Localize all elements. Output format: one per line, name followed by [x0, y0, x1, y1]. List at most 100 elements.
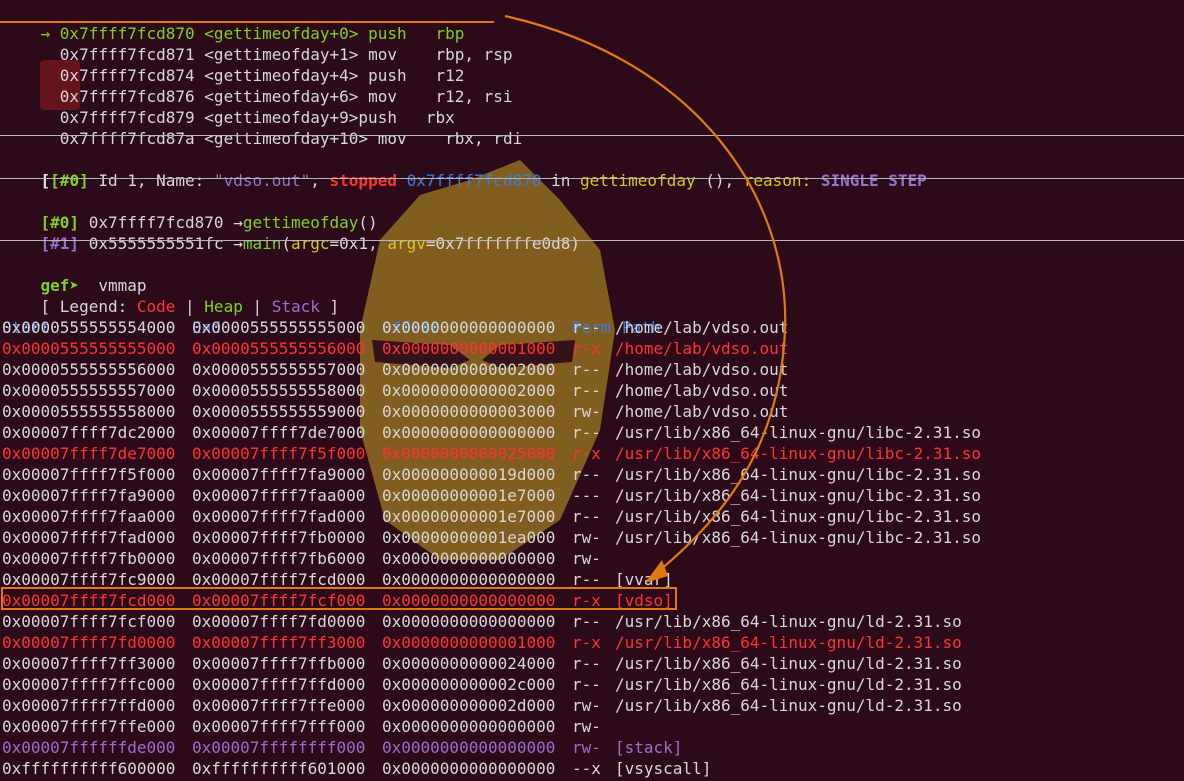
section-divider [0, 135, 1184, 136]
vmmap-end: 0x00007ffff7ffe000 [192, 696, 366, 715]
vmmap-offset: 0x0000000000024000 [382, 654, 556, 673]
vmmap-path: /usr/lib/x86_64-linux-gnu/libc-2.31.so [615, 507, 982, 526]
vmmap-end: 0x0000555555557000 [192, 360, 366, 379]
vmmap-perm: r-x [572, 444, 601, 463]
vmmap-end: 0x00007ffff7fad000 [192, 507, 366, 526]
thread-stop-address: 0x7ffff7fcd870 [406, 171, 542, 190]
vmmap-offset: 0x0000000000025000 [382, 444, 556, 463]
vmmap-offset: 0x0000000000001000 [382, 339, 556, 358]
vmmap-offset: 0x000000000019d000 [382, 465, 556, 484]
vmmap-start: 0x00007ffff7dc2000 [2, 423, 176, 442]
thread-name: "vdso.out" [213, 171, 311, 190]
vmmap-perm: rw- [572, 549, 601, 568]
vmmap-offset: 0x0000000000000000 [382, 759, 556, 778]
arg-name: argc [291, 234, 330, 253]
vmmap-offset: 0x0000000000000000 [382, 549, 556, 568]
command-line[interactable]: gef➤ vmmap [2, 254, 147, 295]
vmmap-offset: 0x0000000000000000 [382, 612, 556, 631]
vmmap-path: /usr/lib/x86_64-linux-gnu/ld-2.31.so [615, 633, 962, 652]
vmmap-end: 0x0000555555555000 [192, 318, 366, 337]
vmmap-perm: rw- [572, 528, 601, 547]
stop-reason: SINGLE STEP [820, 171, 927, 190]
vmmap-path: /home/lab/vdso.out [615, 318, 789, 337]
vmmap-path: /home/lab/vdso.out [615, 402, 789, 421]
vmmap-start: 0x00007ffff7f5f000 [2, 465, 176, 484]
vmmap-end: 0x00007ffff7de7000 [192, 423, 366, 442]
vmmap-path: /usr/lib/x86_64-linux-gnu/libc-2.31.so [615, 423, 982, 442]
vmmap-offset: 0x0000000000002000 [382, 381, 556, 400]
vmmap-path: /usr/lib/x86_64-linux-gnu/ld-2.31.so [615, 675, 962, 694]
vmmap-start: 0x0000555555554000 [2, 318, 176, 337]
vmmap-perm: r-- [572, 381, 601, 400]
vmmap-start: 0xffffffffff600000 [2, 759, 176, 778]
vmmap-start: 0x0000555555555000 [2, 339, 176, 358]
vmmap-start: 0x00007ffff7fcf000 [2, 612, 176, 631]
vmmap-end: 0x0000555555558000 [192, 381, 366, 400]
vmmap-offset: 0x000000000002c000 [382, 675, 556, 694]
vmmap-path: /usr/lib/x86_64-linux-gnu/libc-2.31.so [615, 486, 982, 505]
vmmap-offset: 0x0000000000001000 [382, 633, 556, 652]
vmmap-end: 0x00007ffff7ffd000 [192, 675, 366, 694]
vmmap-path: [vsyscall] [615, 759, 712, 778]
vmmap-start: 0x0000555555556000 [2, 360, 176, 379]
vmmap-end: 0xffffffffff601000 [192, 759, 366, 778]
vmmap-perm: r-x [572, 339, 601, 358]
vmmap-perm: rw- [572, 738, 601, 757]
vmmap-end: 0x0000555555556000 [192, 339, 366, 358]
vmmap-offset: 0x0000000000000000 [382, 423, 556, 442]
section-divider [0, 240, 1184, 241]
vmmap-start: 0x00007ffff7fd0000 [2, 633, 176, 652]
thread-index: [[#0] [40, 171, 89, 190]
vmmap-start: 0x00007ffff7ffe000 [2, 717, 176, 736]
vmmap-offset: 0x0000000000000000 [382, 318, 556, 337]
vmmap-perm: r-- [572, 318, 601, 337]
vmmap-end: 0x0000555555559000 [192, 402, 366, 421]
vmmap-path: /usr/lib/x86_64-linux-gnu/ld-2.31.so [615, 612, 962, 631]
vmmap-end: 0x00007ffffffff000 [192, 738, 366, 757]
vmmap-end: 0x00007ffff7fb6000 [192, 549, 366, 568]
legend-stack: Stack [271, 297, 320, 316]
backtrace-frame-0: [#0] 0x7ffff7fcd870 →gettimeofday() [40, 213, 378, 232]
vmmap-perm: --- [572, 486, 601, 505]
vmmap-start: 0x00007ffff7faa000 [2, 507, 176, 526]
vmmap-legend: [ Legend: Code | Heap | Stack ] [40, 297, 340, 316]
vmmap-start: 0x00007ffffffde000 [2, 738, 176, 757]
vmmap-path: [stack] [615, 738, 683, 757]
legend-heap: Heap [204, 297, 243, 316]
vmmap-perm: r-- [572, 507, 601, 526]
disasm-line: 0x7ffff7fcd876 <gettimeofday+6> mov r12,… [2, 65, 513, 106]
vmmap-end: 0x00007ffff7fd0000 [192, 612, 366, 631]
vmmap-start: 0x00007ffff7fb0000 [2, 549, 176, 568]
vmmap-end: 0x00007ffff7fff000 [192, 717, 366, 736]
vmmap-header-row: Start End Offset Perm Path [2, 296, 661, 337]
vmmap-perm: r-- [572, 612, 601, 631]
vmmap-path: /usr/lib/x86_64-linux-gnu/libc-2.31.so [615, 444, 982, 463]
vdso-highlight-box [1, 587, 677, 610]
vmmap-perm: rw- [572, 717, 601, 736]
vmmap-perm: r-- [572, 654, 601, 673]
vmmap-perm: --x [572, 759, 601, 778]
disasm-line: 0x7ffff7fcd87a <gettimeofday+10> mov rbx… [2, 107, 522, 148]
vmmap-path: /usr/lib/x86_64-linux-gnu/libc-2.31.so [615, 528, 982, 547]
disasm-line: 0x7ffff7fcd874 <gettimeofday+4> push r12 [2, 44, 465, 85]
vmmap-offset: 0x0000000000002000 [382, 360, 556, 379]
vmmap-end: 0x00007ffff7faa000 [192, 486, 366, 505]
section-divider [0, 178, 1184, 179]
backtrace-frame-1: [#1] 0x5555555551fc →main(argc=0x1, argv… [40, 234, 580, 253]
vmmap-end: 0x00007ffff7fa9000 [192, 465, 366, 484]
disasm-line-current: → 0x7ffff7fcd870 <gettimeofday+0> push r… [2, 2, 465, 43]
vmmap-perm: r-- [572, 360, 601, 379]
gdb-terminal[interactable]: → 0x7ffff7fcd870 <gettimeofday+0> push r… [0, 0, 1184, 781]
right-arrow-icon: → [233, 234, 243, 253]
vmmap-path: /usr/lib/x86_64-linux-gnu/libc-2.31.so [615, 465, 982, 484]
disasm-address: 0x7ffff7fcd87a [59, 129, 195, 148]
thread-status-line: [[#0] Id 1, Name: "vdso.out", stopped 0x… [40, 171, 927, 190]
vmmap-start: 0x00007ffff7de7000 [2, 444, 176, 463]
vmmap-offset: 0x00000000001e7000 [382, 486, 556, 505]
vmmap-offset: 0x0000000000003000 [382, 402, 556, 421]
disasm-mnemonic: mov [377, 129, 407, 148]
vmmap-start: 0x00007ffff7ffd000 [2, 696, 176, 715]
disasm-operands: rbx, rdi [445, 129, 523, 148]
vmmap-perm: r-x [572, 633, 601, 652]
vmmap-end: 0x00007ffff7fb0000 [192, 528, 366, 547]
